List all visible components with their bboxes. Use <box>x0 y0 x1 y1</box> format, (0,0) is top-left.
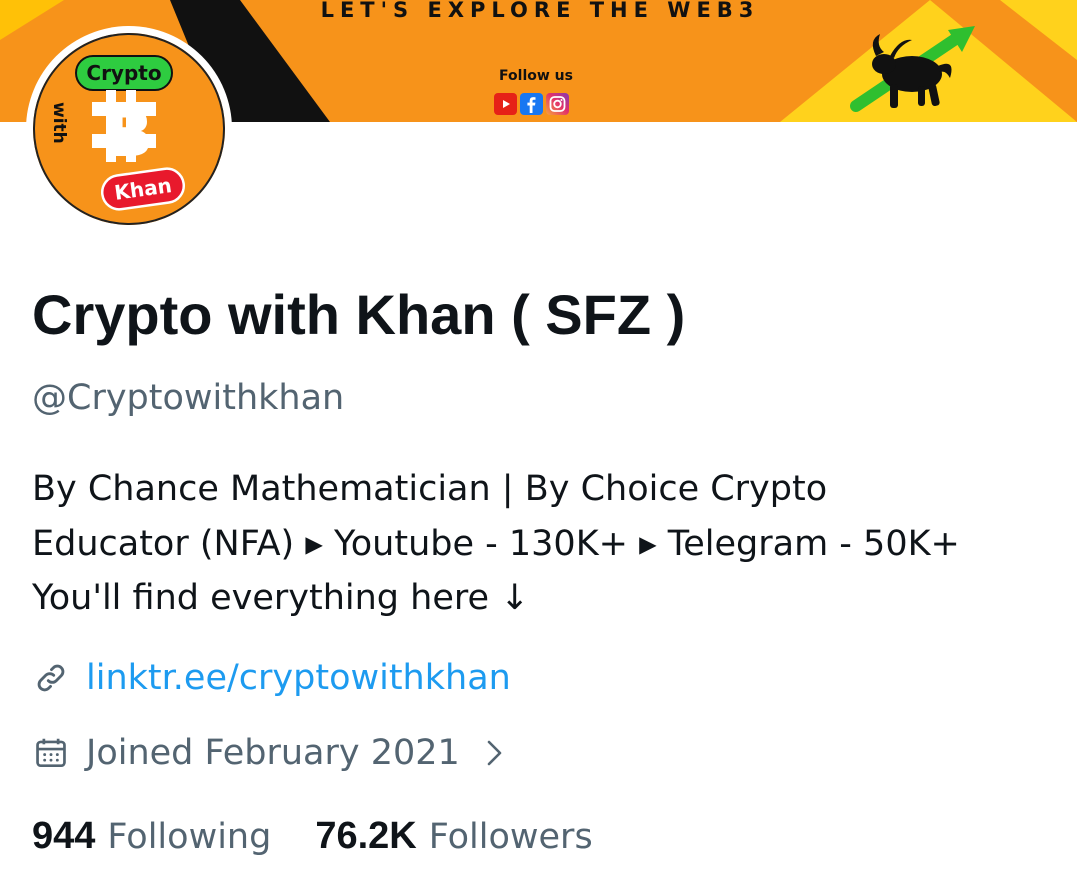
profile-avatar[interactable]: Crypto B with Khan <box>26 26 232 232</box>
display-name: Crypto with Khan ( SFZ ) <box>32 283 686 346</box>
avatar-crypto-pill: Crypto <box>75 55 173 91</box>
follow-us-label: Follow us <box>499 68 573 84</box>
youtube-icon <box>494 93 517 115</box>
avatar-text-with: with <box>49 102 69 144</box>
profile-stats: 944 Following 76.2K Followers <box>32 815 593 858</box>
following-count: 944 <box>32 815 96 857</box>
joined-date: Joined February 2021 <box>86 733 460 773</box>
profile-joined-row[interactable]: Joined February 2021 <box>32 733 506 773</box>
profile-bio: By Chance Mathematician | By Choice Cryp… <box>32 462 1072 626</box>
banner-tagline: LET'S EXPLORE THE WEB3 <box>320 0 760 22</box>
followers-stat[interactable]: 76.2K Followers <box>315 815 592 858</box>
followers-label: Followers <box>428 817 593 857</box>
profile-website-row: linktr.ee/cryptowithkhan <box>32 658 511 698</box>
avatar-bitcoin-symbol: B <box>105 98 154 172</box>
calendar-icon <box>36 738 66 768</box>
avatar-text-crypto: Crypto <box>86 61 161 85</box>
followers-count: 76.2K <box>315 815 417 857</box>
link-icon <box>37 664 65 692</box>
instagram-icon <box>546 93 569 115</box>
profile-website-link[interactable]: linktr.ee/cryptowithkhan <box>86 658 511 698</box>
bio-line: You'll find everything here ↓ <box>32 578 530 618</box>
facebook-icon <box>520 93 543 115</box>
bio-line: By Chance Mathematician | By Choice Cryp… <box>32 469 828 509</box>
avatar-image: Crypto B with Khan <box>32 32 226 226</box>
following-label: Following <box>107 817 272 857</box>
following-stat[interactable]: 944 Following <box>32 815 271 858</box>
banner-social-icons <box>494 93 569 115</box>
profile-handle: @Cryptowithkhan <box>32 378 345 418</box>
bio-line: Educator (NFA) ▸ Youtube - 130K+ ▸ Teleg… <box>32 523 960 564</box>
chevron-right-icon[interactable] <box>484 736 506 770</box>
